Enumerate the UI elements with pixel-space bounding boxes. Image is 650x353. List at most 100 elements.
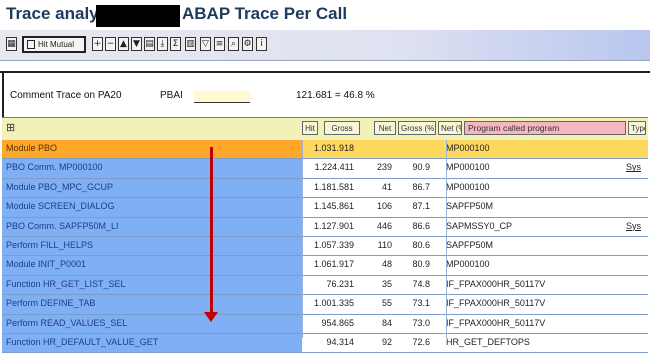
net-value: 84: [381, 317, 392, 328]
col-type[interactable]: Type: [628, 121, 646, 135]
pct-value: 86.6: [412, 220, 430, 231]
table-row[interactable]: Module PBO 1.031.918 MP000100: [2, 140, 648, 160]
annotation-arrowhead: [204, 312, 218, 322]
col-net-pct[interactable]: Net (%): [438, 121, 462, 135]
program-name: IF_FPAX000HR_50117V: [446, 298, 546, 309]
net-value: 110: [377, 239, 392, 250]
trace-table: Module PBO 1.031.918 MP000100 PBO Comm. MP0…: [2, 140, 648, 353]
pct-value: 73.1: [412, 298, 430, 309]
call-name: Module PBO_MPC_GCUP: [6, 181, 114, 192]
table-row[interactable]: Perform DEFINE_TAB 1.001.335 55 73.1 IF_FPAX…: [2, 295, 648, 315]
tree-icon[interactable]: ⊞: [6, 121, 15, 134]
expand-icon[interactable]: +: [92, 37, 103, 51]
net-value: 446: [376, 220, 392, 231]
table-header: ⊞ Hit Gross Net Gross (%) Net (%) Progra…: [2, 117, 648, 141]
call-name: Perform FILL_HELPS: [6, 239, 94, 250]
gross-value: 1.181.581: [313, 181, 354, 192]
gross-value: 954.865: [321, 317, 354, 328]
program-name: MP000100: [446, 181, 490, 192]
calc-icon[interactable]: Σ: [170, 37, 181, 51]
gross-value: 1.224.411: [314, 162, 354, 173]
column-divider: [302, 140, 303, 338]
pct-value: 80.9: [412, 259, 430, 270]
gross-value: 1.001.335: [313, 298, 354, 309]
call-name: PBO Comm. MP000100: [6, 162, 103, 173]
program-name: SAPFP50M: [446, 201, 494, 212]
filter-icon[interactable]: ▽: [200, 37, 211, 51]
net-value: 239: [376, 162, 392, 173]
table-row[interactable]: PBO Comm. SAPFP50M_LI 1.127.901 446 86.6 SAP…: [2, 217, 648, 237]
table-row[interactable]: Perform READ_VALUES_SEL 954.865 84 73.0 IF_F…: [2, 314, 648, 334]
table-row[interactable]: Function HR_GET_LIST_SEL 76.231 35 74.8 IF_F…: [2, 275, 648, 296]
title-bar: Trace analysis ABAP Trace Per Call: [0, 0, 650, 30]
info-icon[interactable]: i: [256, 37, 267, 51]
pct-value: 72.6: [412, 336, 430, 347]
net-value: 55: [381, 298, 392, 309]
table-row[interactable]: Module SCREEN_DIALOG 1.145.861 106 87.1 SAPF…: [2, 198, 648, 218]
net-value: 106: [376, 201, 392, 212]
call-name: Perform READ_VALUES_SEL: [6, 317, 128, 328]
table-row[interactable]: Perform FILL_HELPS 1.057.339 110 80.6 SAPFP5…: [2, 236, 648, 257]
net-value: 35: [381, 278, 392, 289]
pct-value: 80.6: [412, 239, 430, 250]
table-row[interactable]: Module PBO_MPC_GCUP 1.181.581 41 86.7 MP0001…: [2, 178, 648, 199]
gross-value: 76.231: [326, 278, 354, 289]
net-value: 41: [381, 181, 392, 192]
col-program[interactable]: Program called program: [464, 121, 626, 135]
gross-value: 1.127.901: [313, 220, 354, 231]
program-name: IF_FPAX000HR_50117V: [446, 278, 546, 289]
pct-value: 90.9: [412, 162, 430, 173]
pct-value: 86.7: [412, 181, 430, 192]
find-icon[interactable]: ⌕: [228, 37, 239, 51]
comment-label: Comment Trace on PA20: [10, 90, 122, 101]
collapse-icon[interactable]: −: [105, 37, 116, 51]
pct-value: 73.0: [412, 317, 430, 328]
gross-value: 1.057.339: [313, 239, 354, 250]
sort-up-icon[interactable]: ▲: [118, 37, 129, 51]
col-hit[interactable]: Hit: [302, 121, 318, 135]
annotation-arrow: [210, 147, 213, 317]
table-row[interactable]: Function HR_DEFAULT_VALUE_GET 94.314 92 72.…: [2, 333, 648, 353]
gross-value: 94.314: [326, 336, 354, 347]
net-value: 48: [381, 259, 392, 270]
redacted-block: [96, 5, 180, 27]
pct-value: 87.1: [412, 201, 430, 212]
col-gross-pct[interactable]: Gross (%): [398, 121, 436, 135]
call-name: PBO Comm. SAPFP50M_LI: [6, 220, 119, 231]
col-net[interactable]: Net: [374, 121, 396, 135]
comment-value: 121.681 = 46.8 %: [296, 90, 375, 101]
program-name: MP000100: [446, 143, 490, 153]
gross-value: 1.145.861: [313, 201, 354, 212]
program-name: MP000100: [446, 162, 490, 173]
gross-value: 1.031.918: [313, 143, 354, 153]
call-name: Module PBO: [6, 143, 58, 153]
call-name: Module SCREEN_DIALOG: [6, 201, 115, 212]
col-gross[interactable]: Gross: [324, 121, 360, 135]
grid-icon[interactable]: ▦: [6, 37, 17, 51]
export-icon[interactable]: ⤓: [157, 37, 168, 51]
panel-border-top: [0, 71, 650, 73]
hit-mutual-button[interactable]: Hit Mutual: [22, 36, 86, 53]
net-value: 92: [381, 336, 392, 347]
table-row[interactable]: Module INIT_P0001 1.061.917 48 80.9 MP000100: [2, 256, 648, 276]
settings-icon[interactable]: ⚙: [242, 37, 253, 51]
type-value: Sys: [626, 162, 642, 173]
gross-value: 1.061.917: [313, 259, 354, 270]
list-icon: [27, 40, 35, 49]
table-row[interactable]: PBO Comm. MP000100 1.224.411 239 90.9 MP0001…: [2, 159, 648, 179]
sort-down-icon[interactable]: ▼: [131, 37, 142, 51]
call-name: Function HR_GET_LIST_SEL: [6, 278, 126, 289]
program-name: IF_FPAX000HR_50117V: [446, 317, 546, 328]
pct-value: 74.8: [412, 278, 430, 289]
layout-icon[interactable]: ≡: [214, 37, 225, 51]
window-title-right: ABAP Trace Per Call: [182, 4, 348, 23]
details-icon[interactable]: ▥: [185, 37, 196, 51]
call-name: Perform DEFINE_TAB: [6, 298, 96, 309]
column-divider: [446, 140, 447, 338]
print-icon[interactable]: ▤: [144, 37, 155, 51]
program-name: SAPMSSY0_CP: [446, 220, 513, 231]
program-name: SAPFP50M: [446, 239, 494, 250]
comment-input[interactable]: [194, 91, 250, 103]
hit-mutual-label: Hit Mutual: [38, 40, 75, 49]
type-value: Sys: [626, 220, 642, 231]
